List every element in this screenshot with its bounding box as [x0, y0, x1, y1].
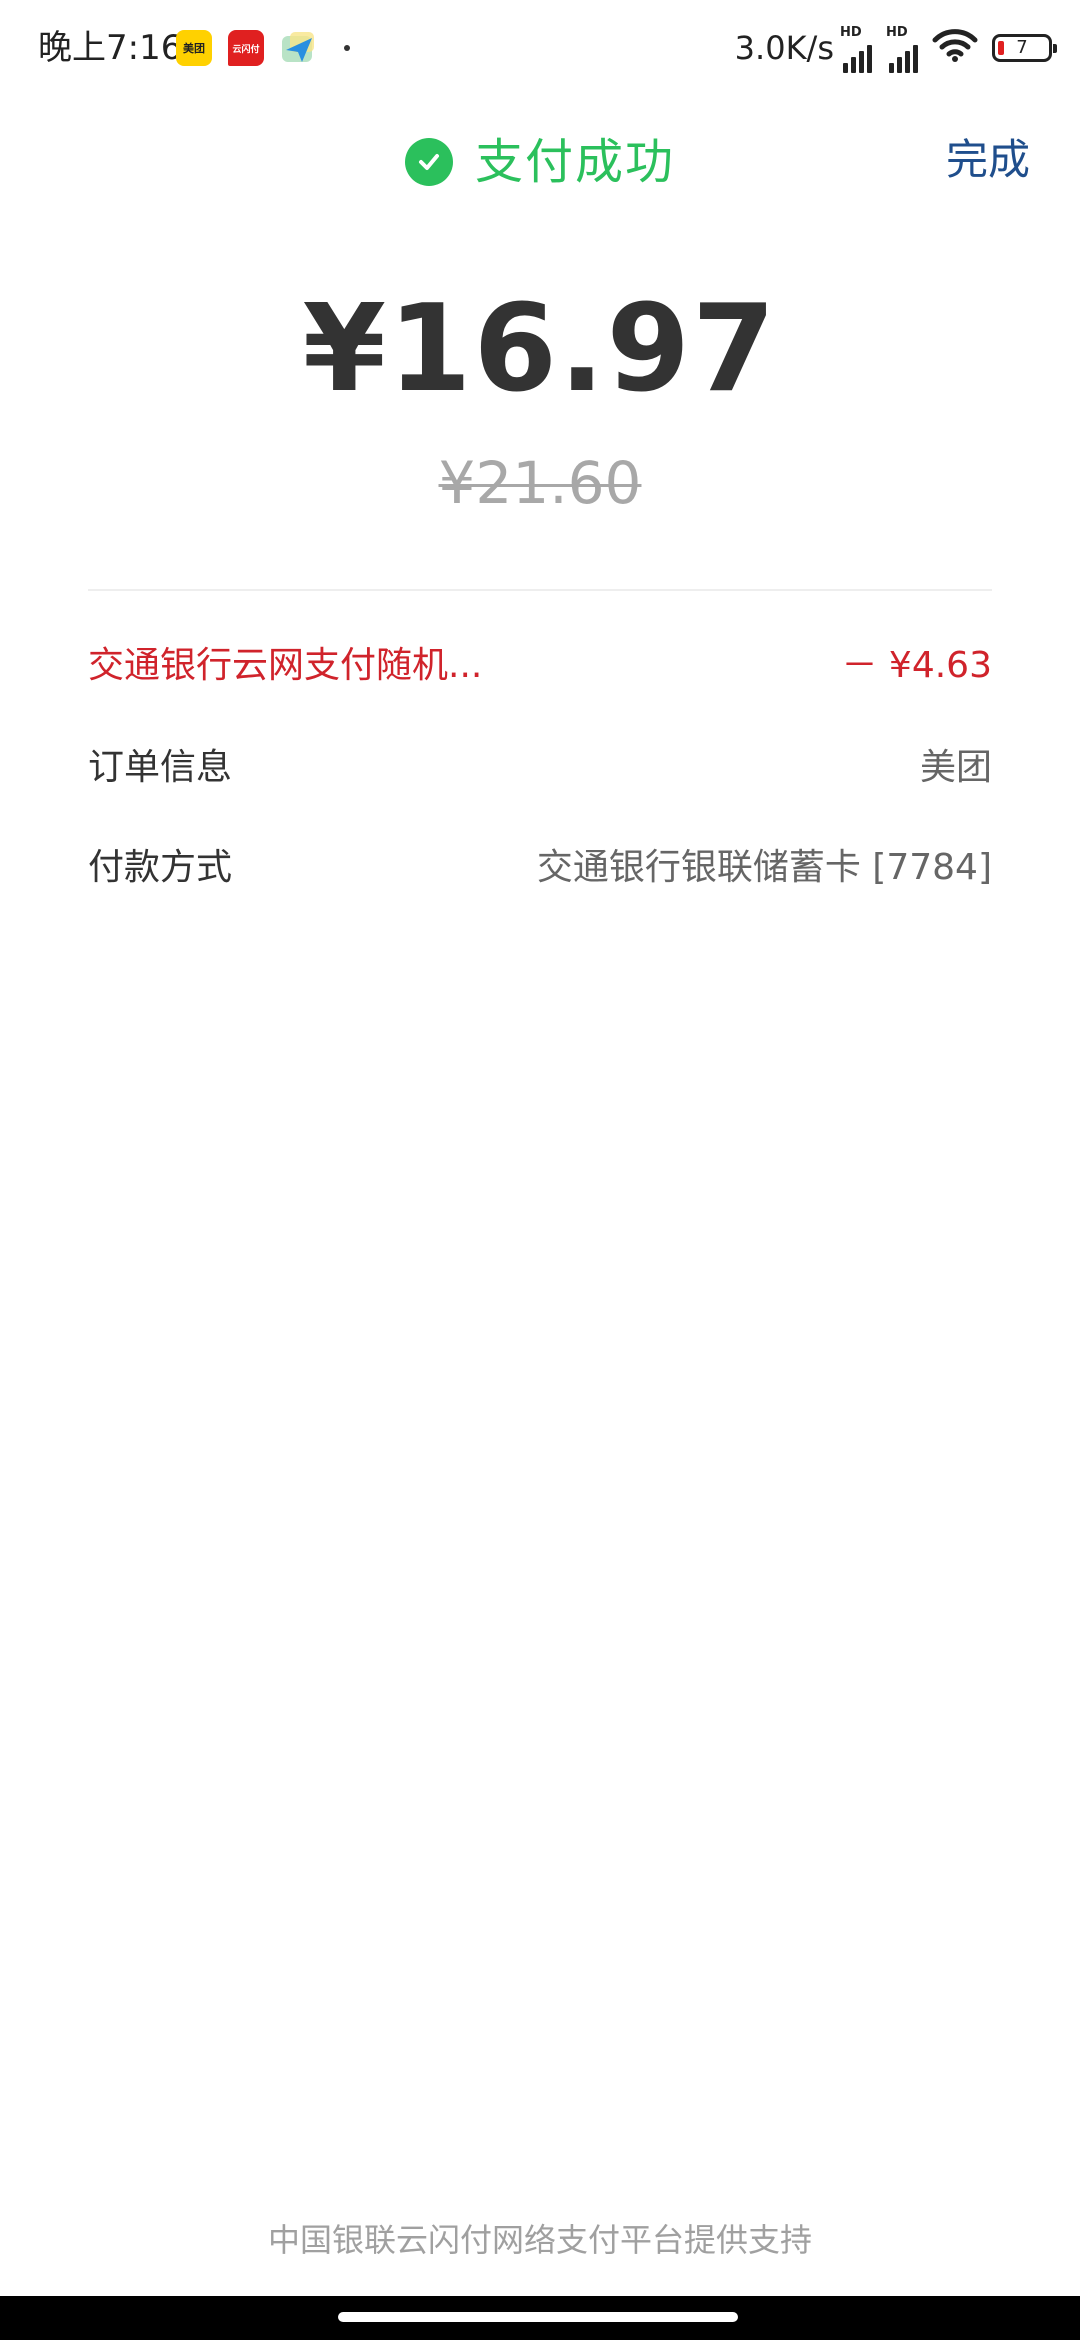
status-indicators: 3.0K/s HD HD 7 — [734, 22, 1057, 74]
check-circle-icon — [404, 138, 453, 186]
paper-plane-app-icon — [280, 30, 316, 66]
done-button[interactable]: 完成 — [946, 132, 1030, 188]
more-notifications-dot — [344, 45, 350, 51]
network-speed: 3.0K/s — [734, 29, 834, 67]
discount-row: 交通银行云网支付随机... － ¥4.63 — [88, 632, 992, 692]
yunshanfu-app-label: 云闪付 — [232, 44, 260, 55]
original-amount: ¥21.60 — [438, 449, 642, 517]
wifi-icon — [932, 29, 978, 67]
yunshanfu-app-icon: 云闪付 — [228, 30, 264, 66]
page-title: 支付成功 — [474, 134, 675, 190]
payment-method-value: 交通银行银联储蓄卡 [7784] — [536, 847, 992, 888]
payment-method-label: 付款方式 — [88, 847, 233, 888]
discount-label: 交通银行云网支付随机... — [88, 645, 483, 686]
navigation-bar — [0, 2296, 1080, 2340]
hd-label: HD — [840, 25, 862, 40]
signal-icon-2: HD — [886, 23, 918, 73]
signal-icon: HD — [840, 23, 872, 73]
paid-amount: ¥16.97 — [302, 280, 778, 419]
battery-level: 7 — [1016, 37, 1028, 58]
divider — [88, 589, 992, 591]
order-info-value: 美团 — [919, 747, 992, 788]
status-bar: 晚上7:16 美团 云闪付 3.0K/s HD HD 7 — [0, 0, 1080, 96]
order-info-row: 订单信息 美团 — [88, 734, 992, 794]
notification-icons: 美团 云闪付 — [176, 28, 350, 68]
payment-status: 支付成功 — [0, 134, 1080, 190]
discount-value: － ¥4.63 — [841, 645, 992, 686]
payment-method-row: 付款方式 交通银行银联储蓄卡 [7784] — [88, 834, 992, 894]
home-indicator[interactable] — [338, 2312, 738, 2322]
meituan-app-icon: 美团 — [176, 30, 212, 66]
footer-note: 中国银联云闪付网络支付平台提供支持 — [267, 2221, 812, 2259]
hd-label-2: HD — [886, 25, 908, 40]
order-info-label: 订单信息 — [88, 747, 233, 788]
result-header: 支付成功 完成 — [0, 96, 1080, 226]
battery-icon: 7 — [992, 34, 1057, 62]
status-time: 晚上7:16 — [38, 28, 183, 68]
